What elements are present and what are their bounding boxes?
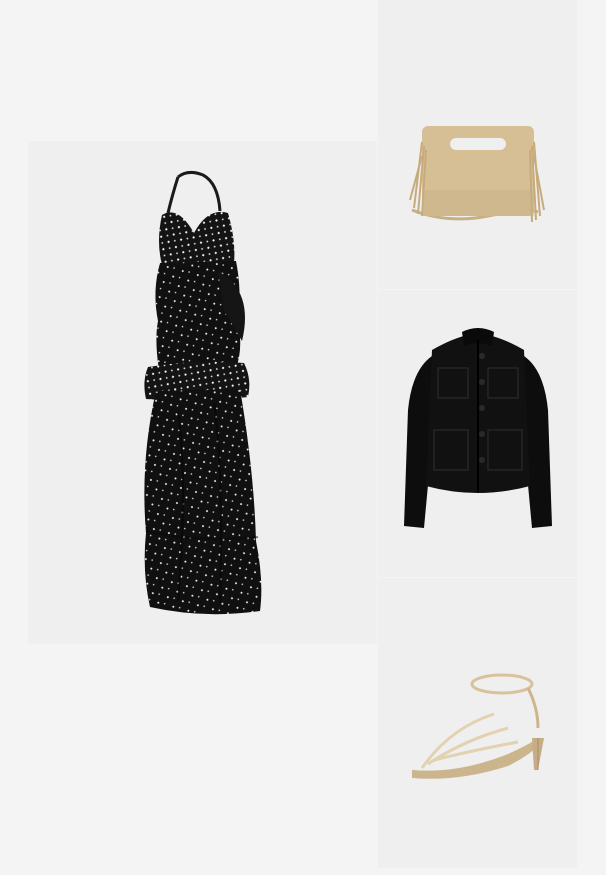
metallic-strappy-sandal-image bbox=[412, 673, 544, 779]
outfit-item-dress[interactable] bbox=[28, 141, 377, 644]
outfit-item-jacket[interactable] bbox=[378, 290, 577, 577]
outfit-collage bbox=[0, 0, 606, 875]
fringe-suede-bag-image bbox=[409, 126, 545, 223]
outfit-item-shoe[interactable] bbox=[378, 578, 577, 868]
black-cropped-jacket-image bbox=[404, 328, 552, 528]
halter-maxi-dress-image bbox=[144, 170, 262, 615]
outfit-item-bag[interactable] bbox=[378, 0, 577, 289]
